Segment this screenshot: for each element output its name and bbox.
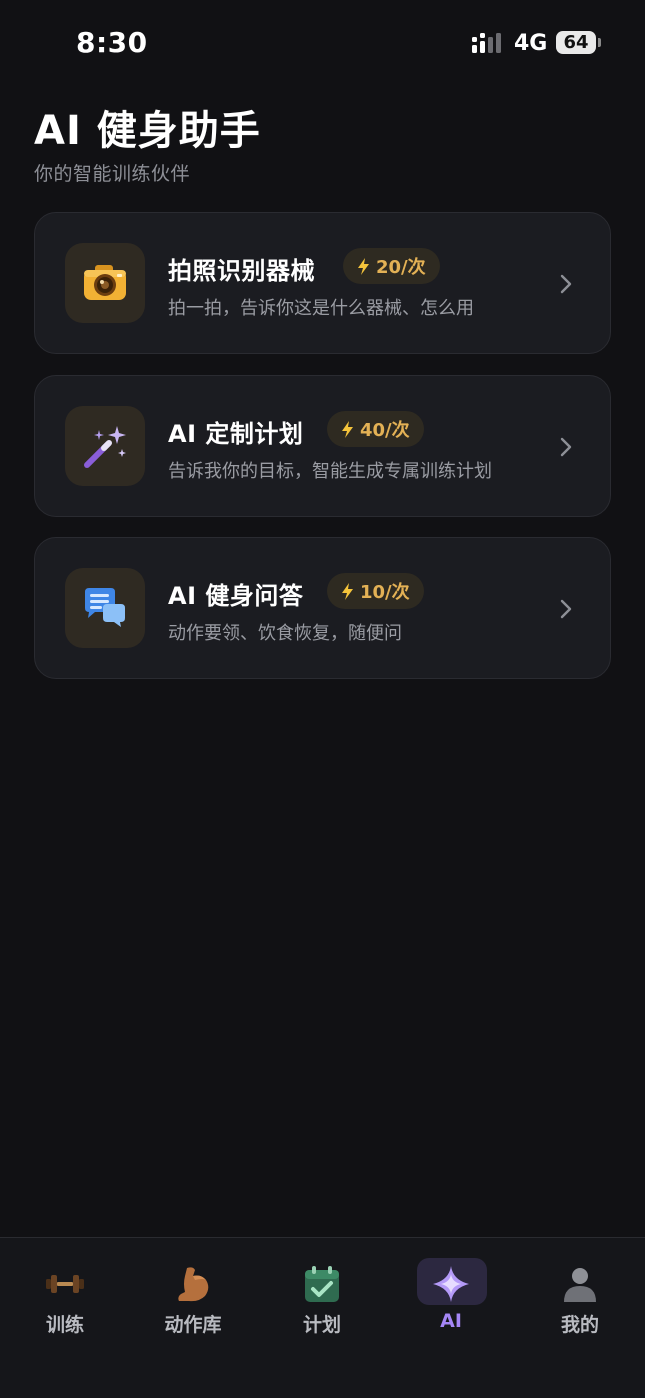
cost-badge: 20/次 [343, 248, 440, 284]
lightning-icon [342, 420, 353, 438]
cost-text: 10/次 [360, 582, 410, 603]
cost-badge: 10/次 [327, 573, 424, 609]
page-title: AI 健身助手 [34, 108, 261, 154]
tab-label: AI [440, 1310, 462, 1332]
status-time: 8:30 [76, 26, 148, 59]
chevron-right-icon [560, 437, 572, 457]
tab-profile[interactable]: 我的 [530, 1260, 630, 1350]
card-icon-container [65, 243, 145, 323]
lightning-icon [342, 582, 353, 600]
card-title: AI 健身问答 [168, 582, 304, 610]
card-photo-recognition[interactable]: 拍照识别器械 20/次 拍一拍，告诉你这是什么器械、怎么用 [34, 212, 611, 354]
tab-label: 计划 [302, 1314, 341, 1336]
card-custom-plan[interactable]: AI 定制计划 40/次 告诉我你的目标，智能生成专属训练计划 [34, 375, 611, 517]
card-icon-container [65, 406, 145, 486]
card-description: 告诉我你的目标，智能生成专属训练计划 [168, 461, 492, 482]
tab-training[interactable]: 训练 [15, 1260, 115, 1350]
chevron-right-icon [560, 599, 572, 619]
signal-icon [472, 33, 501, 53]
tab-label: 我的 [560, 1314, 599, 1336]
page-subtitle: 你的智能训练伙伴 [34, 163, 191, 185]
tab-label: 训练 [45, 1314, 84, 1336]
calendar-check-icon [305, 1266, 339, 1302]
dumbbell-icon [46, 1275, 84, 1293]
network-type: 4G [514, 31, 548, 56]
cost-text: 40/次 [360, 420, 410, 441]
tab-plan[interactable]: 计划 [272, 1260, 372, 1350]
battery-indicator: 64 [556, 31, 596, 54]
cost-badge: 40/次 [327, 411, 424, 447]
card-title: 拍照识别器械 [168, 257, 315, 285]
sparkle-icon [433, 1266, 469, 1302]
card-description: 动作要领、饮食恢复，随便问 [168, 623, 402, 644]
card-fitness-qa[interactable]: AI 健身问答 10/次 动作要领、饮食恢复，随便问 [34, 537, 611, 679]
tab-label: 动作库 [164, 1314, 222, 1336]
battery-tip [598, 38, 601, 47]
card-title: AI 定制计划 [168, 420, 304, 448]
magic-wand-icon [84, 426, 126, 468]
flexed-biceps-icon [178, 1267, 209, 1302]
card-icon-container [65, 568, 145, 648]
lightning-icon [358, 257, 369, 275]
cost-text: 20/次 [376, 257, 426, 278]
camera-icon [84, 265, 126, 300]
tab-exercise-library[interactable]: 动作库 [143, 1260, 243, 1350]
tab-ai[interactable]: AI [401, 1258, 501, 1350]
person-icon [564, 1268, 596, 1302]
chat-bubbles-icon [85, 588, 125, 627]
status-bar: 8:30 4G 64 [0, 0, 645, 88]
chevron-right-icon [560, 274, 572, 294]
card-description: 拍一拍，告诉你这是什么器械、怎么用 [168, 298, 474, 319]
bottom-tab-bar: 训练 动作库 计划 AI 我的 [0, 1237, 645, 1398]
ai-assistant-screen: 8:30 4G 64 AI 健身助手 你的智能训练伙伴 拍照识别器械 20/次 … [0, 0, 645, 1398]
